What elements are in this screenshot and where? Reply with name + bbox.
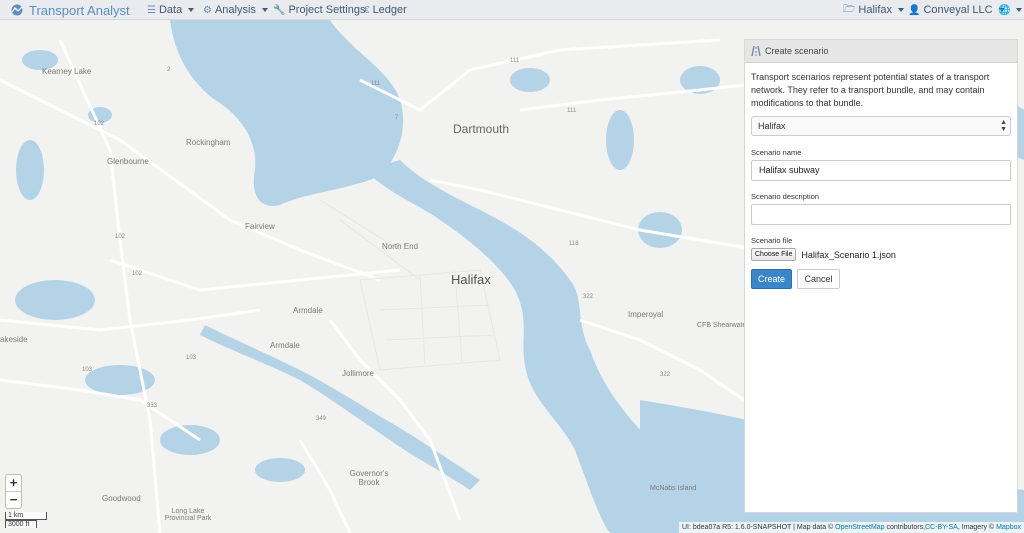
scenario-description-text: Transport scenarios represent potential … (751, 72, 990, 108)
map-attribution: UI: bdea07a R5: 1.6.0-SNAPSHOT | Map dat… (678, 522, 1024, 533)
list-icon: ☰ (147, 4, 156, 16)
scenario-name-input[interactable]: Halifax subway (751, 160, 1011, 181)
map-scale: 1 km 3000 ft (5, 512, 47, 528)
zoom-control: + − (5, 474, 22, 509)
road-icon (751, 46, 761, 56)
place-label: North End (382, 242, 419, 251)
place-label: McNabs Island (650, 485, 697, 492)
gear-icon: ⚙ (203, 4, 212, 16)
logo-icon (11, 4, 23, 16)
bundle-select-value: Halifax (758, 121, 786, 131)
place-label: Governor's Brook (349, 469, 389, 487)
nav-project-settings[interactable]: 🔧 Project Settings (273, 0, 366, 20)
city-label-dartmouth: Dartmouth (453, 122, 510, 136)
road-shield: 102 (132, 271, 143, 277)
ledger-icon: € (364, 4, 370, 16)
chevron-down-icon (1016, 8, 1023, 12)
place-label: Glenbourne (107, 157, 149, 166)
scenario-description-label: Scenario description (751, 192, 819, 201)
nav-analysis-label: Analysis (214, 4, 256, 16)
attribution-prefix: UI: bdea07a R5: 1.6.0-SNAPSHOT | Map dat… (681, 524, 834, 531)
city-label-halifax: Halifax (451, 272, 491, 287)
folder-icon: 🗁 (843, 3, 856, 15)
place-label: Kearney Lake (42, 67, 92, 76)
scale-km: 1 km (5, 512, 47, 520)
nav-user-menu[interactable]: 👤 Conveyal LLC (908, 0, 1005, 20)
create-button[interactable]: Create (751, 269, 792, 289)
attribution-mid: contributors, (886, 524, 926, 531)
chevron-down-icon (261, 8, 268, 12)
road-shield: 111 (510, 58, 520, 64)
road-shield: 103 (186, 355, 197, 361)
road-shield: 111 (371, 81, 381, 87)
road-shield: 322 (583, 294, 594, 300)
panel-actions: Create Cancel (751, 269, 1011, 289)
scale-ft: 3000 ft (5, 520, 37, 528)
mapbox-link[interactable]: Mapbox (996, 524, 1021, 531)
scenario-description-input[interactable] (751, 204, 1011, 225)
license-link[interactable]: CC-BY-SA (925, 524, 958, 531)
create-scenario-panel: Create scenario Transport scenarios repr… (744, 39, 1018, 513)
chosen-file-name: Halifax_Scenario 1.json (801, 249, 896, 260)
panel-header: Create scenario (745, 40, 1017, 63)
road-shield: 333 (147, 403, 158, 409)
nav-language-menu[interactable]: 🌐 (998, 0, 1023, 20)
nav-project-settings-label: Project Settings (288, 4, 366, 16)
road-shield: 7 (395, 115, 399, 121)
user-icon: 👤 (908, 4, 921, 16)
nav-project-select[interactable]: 🗁 Halifax (843, 0, 905, 20)
scenario-name-label: Scenario name (751, 148, 802, 157)
road-shield: 103 (82, 367, 93, 373)
brand-name: Transport Analyst (29, 2, 130, 18)
cancel-button[interactable]: Cancel (797, 269, 840, 289)
nav-project-label: Halifax (858, 4, 893, 16)
place-label: akeside (0, 335, 28, 344)
bundle-select[interactable]: Halifax ▲ ▼ (751, 116, 1011, 136)
chevron-down-icon (898, 8, 905, 12)
file-picker: Choose File Halifax_Scenario 1.json (751, 248, 1011, 261)
zoom-in-button[interactable]: + (6, 475, 21, 492)
chevron-down-icon (188, 8, 195, 12)
nav-user-label: Conveyal LLC (923, 4, 993, 16)
place-label: Fairview (245, 222, 275, 231)
select-arrows-icon: ▲ ▼ (1000, 119, 1007, 133)
road-shield: 102 (94, 121, 105, 127)
place-label: Armdale (293, 306, 323, 315)
globe-icon: 🌐 (998, 4, 1011, 16)
choose-file-button[interactable]: Choose File (751, 248, 797, 261)
place-label: Long Lake Provincial Park (164, 508, 212, 522)
road-shield: 111 (567, 108, 577, 114)
top-navbar: Transport Analyst ☰ Data ⚙ Analysis 🔧 Pr… (0, 0, 1024, 20)
road-shield: 349 (316, 416, 327, 422)
brand[interactable]: Transport Analyst (9, 0, 130, 20)
place-label: Imperoyal (628, 310, 664, 319)
road-shield: 118 (569, 241, 579, 247)
zoom-out-button[interactable]: − (6, 492, 21, 508)
nav-data-menu[interactable]: ☰ Data (147, 0, 195, 20)
place-label: Armdale (270, 341, 300, 350)
nav-ledger[interactable]: € Ledger (364, 0, 407, 20)
road-shield: 102 (115, 234, 126, 240)
scenario-file-label: Scenario file (751, 236, 793, 245)
nav-data-label: Data (158, 4, 183, 16)
road-shield: 2 (167, 67, 171, 73)
panel-body: Transport scenarios represent potential … (745, 63, 1017, 289)
wrench-icon: 🔧 (273, 4, 286, 16)
panel-title: Create scenario (765, 46, 829, 56)
nav-analysis-menu[interactable]: ⚙ Analysis (203, 0, 268, 20)
place-label: Goodwood (102, 494, 141, 503)
place-label: Jollimore (342, 369, 375, 378)
road-shield: 322 (660, 372, 671, 378)
nav-ledger-label: Ledger (372, 4, 407, 16)
place-label: Rockingham (186, 138, 231, 147)
place-label: CFB Shearwater (697, 322, 749, 329)
attribution-imagery: , Imagery © (957, 524, 995, 531)
osm-link[interactable]: OpenStreetMap (835, 524, 884, 531)
